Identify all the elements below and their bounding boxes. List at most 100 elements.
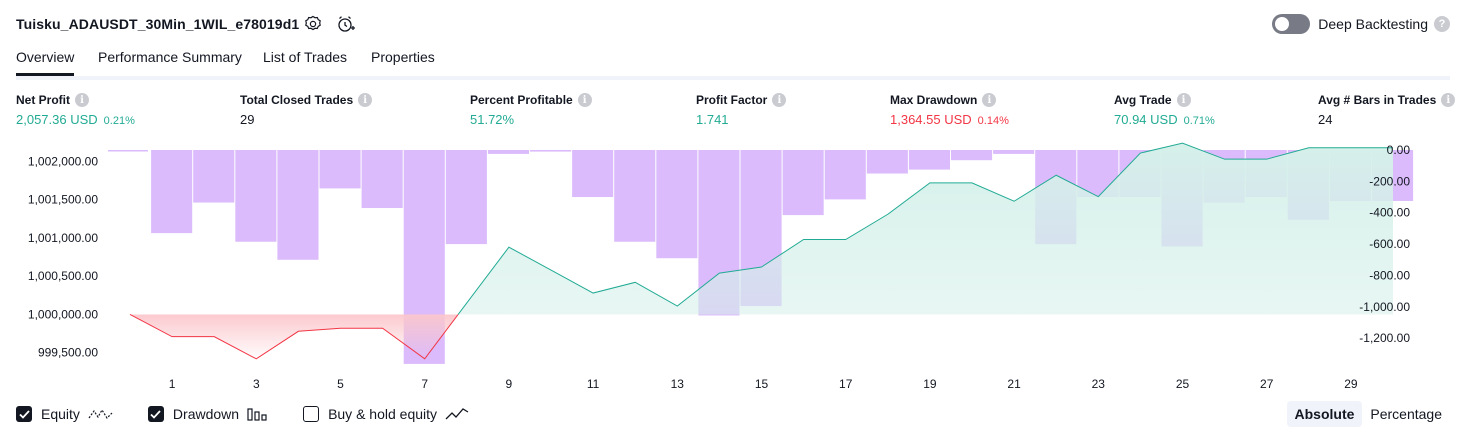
left-axis-tick-label: 1,001,000.00	[28, 231, 98, 245]
drawdown-bar	[151, 150, 193, 234]
tab-properties[interactable]: Properties	[371, 49, 435, 74]
right-axis-tick-label: -1,000.00	[1359, 300, 1410, 314]
percentage-button[interactable]: Percentage	[1362, 401, 1450, 427]
drawdown-bar	[193, 150, 235, 203]
tab-performance-summary[interactable]: Performance Summary	[98, 49, 242, 74]
stat-total-closed-trades: Total Closed Trades i 29	[240, 93, 373, 127]
add-alert-icon[interactable]	[336, 14, 356, 34]
stat-value: 70.94 USD	[1114, 112, 1178, 127]
legend-equity[interactable]: Equity	[16, 406, 114, 422]
x-axis-tick-label: 15	[755, 377, 769, 391]
equity-line-icon	[88, 407, 114, 421]
right-axis-tick-label: -400.00	[1369, 206, 1410, 220]
right-axis-tick-label: -800.00	[1369, 268, 1410, 282]
right-axis-tick-label: -1,200.00	[1359, 331, 1410, 345]
legend-drawdown[interactable]: Drawdown	[147, 406, 269, 422]
x-axis-tick-label: 3	[253, 377, 260, 391]
report-tabs: Overview Performance Summary List of Tra…	[16, 44, 1450, 80]
deep-backtesting-label: Deep Backtesting	[1318, 16, 1428, 32]
x-axis-tick-label: 29	[1344, 377, 1358, 391]
x-axis-tick-label: 13	[671, 377, 685, 391]
info-icon[interactable]: i	[577, 93, 592, 107]
stat-value: 51.72%	[470, 112, 515, 127]
drawdown-bar	[572, 150, 614, 198]
x-axis-tick-label: 7	[421, 377, 428, 391]
settings-icon[interactable]	[303, 14, 323, 34]
left-axis-tick-label: 1,002,000.00	[28, 154, 98, 168]
drawdown-bar	[993, 150, 1035, 154]
info-icon[interactable]: i	[1176, 93, 1191, 107]
drawdown-bar	[445, 150, 487, 245]
drawdown-bar	[782, 150, 824, 216]
info-icon[interactable]: i	[358, 93, 373, 107]
deep-backtesting-toggle[interactable]	[1272, 14, 1311, 34]
x-axis-tick-label: 27	[1260, 377, 1274, 391]
value-mode-toggle: Absolute Percentage	[1286, 400, 1451, 428]
legend-buy-hold-label: Buy & hold equity	[328, 406, 438, 422]
info-icon[interactable]: i	[772, 93, 787, 107]
stat-avg-trade: Avg Trade i 70.94 USD 0.71%	[1114, 93, 1215, 127]
left-axis-tick-label: 1,001,500.00	[28, 193, 98, 207]
right-axis-tick-label: -600.00	[1369, 237, 1410, 251]
stat-label: Net Profit	[16, 93, 70, 107]
info-icon[interactable]: i	[1441, 93, 1456, 107]
drawdown-bar	[656, 150, 698, 259]
drawdown-bar	[824, 150, 866, 200]
x-axis-tick-label: 5	[337, 377, 344, 391]
tab-list-of-trades[interactable]: List of Trades	[263, 49, 347, 74]
left-axis-tick-label: 1,000,500.00	[28, 269, 98, 283]
x-axis-tick-label: 23	[1092, 377, 1106, 391]
stat-net-profit: Net Profit i 2,057.36 USD 0.21%	[16, 93, 135, 127]
drawdown-bar	[487, 150, 529, 154]
stat-label: Profit Factor	[696, 93, 768, 107]
stat-label: Total Closed Trades	[240, 93, 354, 107]
left-axis-tick-label: 999,500.00	[38, 346, 98, 360]
equity-checkbox[interactable]	[16, 406, 32, 422]
stat-value: 29	[240, 112, 255, 127]
stat-percent: 0.21%	[103, 115, 135, 127]
drawdown-bar	[866, 150, 908, 174]
stat-value: 1.741	[696, 112, 729, 127]
stat-label: Avg # Bars in Trades	[1318, 93, 1437, 107]
left-axis-tick-label: 1,000,000.00	[28, 307, 98, 321]
stat-max-drawdown: Max Drawdown i 1,364.55 USD 0.14%	[890, 93, 1009, 127]
x-axis-tick-label: 1	[169, 377, 176, 391]
help-icon[interactable]: ?	[1434, 16, 1450, 32]
x-axis-tick-label: 9	[506, 377, 513, 391]
drawdown-bar	[614, 150, 656, 242]
info-icon[interactable]: i	[75, 93, 89, 107]
report-header: Tuisku_ADAUSDT_30Min_1WIL_e78019d1 Deep …	[16, 12, 1450, 38]
drawdown-bar	[108, 150, 148, 152]
right-axis-tick-label: -200.00	[1369, 174, 1410, 188]
legend-buy-hold-equity[interactable]: Buy & hold equity	[303, 406, 469, 422]
drawdown-bar	[277, 150, 319, 260]
tab-overview[interactable]: Overview	[16, 49, 75, 76]
x-axis-tick-label: 21	[1007, 377, 1021, 391]
summary-stats: Net Profit i 2,057.36 USD 0.21% Total Clos…	[16, 93, 1456, 133]
stat-value: 2,057.36 USD	[16, 112, 98, 127]
buy-hold-line-icon	[445, 407, 469, 421]
drawdown-bar	[530, 150, 572, 152]
stat-profit-factor: Profit Factor i 1.741	[696, 93, 787, 127]
equity-drawdown-chart[interactable]: 1,002,000.00 1,001,500.00 1,001,000.00 1,00…	[0, 140, 1466, 398]
right-axis-tick-label: 0.00	[1387, 143, 1411, 157]
info-icon[interactable]: i	[982, 93, 997, 107]
stat-percent: 0.14%	[977, 115, 1009, 127]
buy-hold-checkbox[interactable]	[303, 406, 320, 422]
drawdown-bar	[951, 150, 993, 161]
x-axis-tick-label: 11	[587, 377, 600, 391]
stat-percent-profitable: Percent Profitable i 51.72%	[470, 93, 592, 127]
stat-label: Avg Trade	[1114, 93, 1172, 107]
absolute-button[interactable]: Absolute	[1286, 401, 1363, 427]
stat-label: Max Drawdown	[890, 93, 978, 107]
drawdown-checkbox[interactable]	[147, 406, 164, 422]
x-axis-tick-label: 17	[839, 377, 853, 391]
drawdown-bar	[235, 150, 277, 242]
stat-percent: 0.71%	[1183, 115, 1215, 127]
x-axis-tick-label: 19	[923, 377, 937, 391]
stat-avg-bars-in-trades: Avg # Bars in Trades i 24	[1318, 93, 1456, 127]
legend-drawdown-label: Drawdown	[172, 406, 240, 422]
drawdown-bar	[908, 150, 950, 170]
legend-equity-label: Equity	[41, 406, 80, 422]
drawdown-bars-icon	[247, 407, 269, 421]
